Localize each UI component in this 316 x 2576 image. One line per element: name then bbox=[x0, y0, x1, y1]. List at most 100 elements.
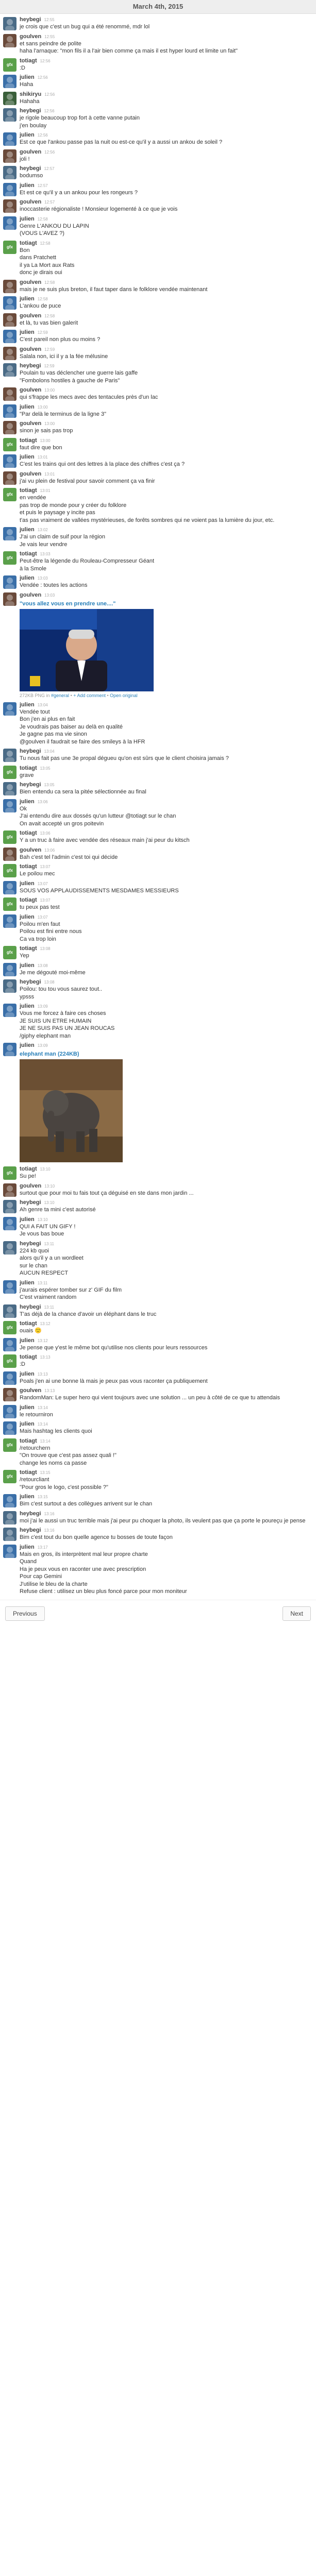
username[interactable]: totiagt bbox=[20, 1354, 37, 1360]
username[interactable]: julien bbox=[20, 1544, 35, 1550]
username[interactable]: heybegi bbox=[20, 782, 41, 788]
timestamp[interactable]: 12:55 bbox=[44, 18, 55, 22]
timestamp[interactable]: 13:15 bbox=[38, 1495, 48, 1499]
timestamp[interactable]: 13:10 bbox=[38, 1217, 48, 1222]
timestamp[interactable]: 13:03 bbox=[44, 593, 55, 598]
username[interactable]: julien bbox=[20, 880, 35, 887]
timestamp[interactable]: 13:12 bbox=[40, 1321, 51, 1326]
avatar[interactable] bbox=[3, 914, 16, 928]
previous-button[interactable]: Previous bbox=[5, 1606, 45, 1621]
username[interactable]: goulven bbox=[20, 592, 41, 598]
avatar[interactable] bbox=[3, 216, 16, 230]
avatar[interactable] bbox=[3, 1216, 16, 1230]
username[interactable]: julien bbox=[20, 1042, 35, 1048]
avatar[interactable] bbox=[3, 33, 16, 47]
timestamp[interactable]: 13:10 bbox=[44, 1200, 55, 1205]
avatar[interactable] bbox=[3, 330, 16, 343]
timestamp[interactable]: 13:11 bbox=[44, 1305, 54, 1310]
avatar[interactable]: gfx bbox=[3, 897, 16, 911]
avatar[interactable] bbox=[3, 471, 16, 485]
timestamp[interactable]: 13:06 bbox=[44, 848, 55, 853]
username[interactable]: totiagt bbox=[20, 1166, 37, 1172]
username[interactable]: julien bbox=[20, 1421, 35, 1427]
avatar[interactable] bbox=[3, 1511, 16, 1524]
username[interactable]: julien bbox=[20, 216, 35, 222]
timestamp[interactable]: 12:58 bbox=[38, 217, 48, 222]
username[interactable]: goulven bbox=[20, 313, 41, 319]
attachment-title[interactable]: "vous allez vous en prendre une...." bbox=[20, 601, 312, 607]
username[interactable]: totiagt bbox=[20, 1469, 37, 1476]
username[interactable]: goulven bbox=[20, 346, 41, 352]
username[interactable]: julien bbox=[20, 962, 35, 969]
username[interactable]: julien bbox=[20, 1280, 35, 1286]
avatar[interactable]: gfx bbox=[3, 240, 16, 254]
username[interactable]: heybegi bbox=[20, 748, 41, 754]
timestamp[interactable]: 12:56 bbox=[44, 92, 55, 97]
username[interactable]: goulven bbox=[20, 279, 41, 285]
username[interactable]: julien bbox=[20, 914, 35, 920]
username[interactable]: julien bbox=[20, 296, 35, 302]
timestamp[interactable]: 12:56 bbox=[38, 75, 48, 80]
timestamp[interactable]: 12:55 bbox=[44, 35, 55, 39]
timestamp[interactable]: 13:00 bbox=[44, 388, 55, 393]
avatar[interactable]: gfx bbox=[3, 765, 16, 779]
timestamp[interactable]: 13:11 bbox=[38, 1281, 47, 1285]
avatar[interactable] bbox=[3, 149, 16, 163]
username[interactable]: goulven bbox=[20, 1387, 41, 1394]
timestamp[interactable]: 13:05 bbox=[40, 766, 51, 771]
timestamp[interactable]: 13:16 bbox=[44, 1512, 55, 1516]
avatar[interactable] bbox=[3, 296, 16, 310]
username[interactable]: julien bbox=[20, 404, 35, 410]
timestamp[interactable]: 13:08 bbox=[40, 946, 51, 951]
username[interactable]: totiagt bbox=[20, 897, 37, 903]
avatar[interactable]: gfx bbox=[3, 946, 16, 959]
timestamp[interactable]: 13:06 bbox=[38, 800, 48, 804]
timestamp[interactable]: 13:11 bbox=[44, 1242, 54, 1246]
username[interactable]: heybegi bbox=[20, 1199, 41, 1206]
timestamp[interactable]: 12:56 bbox=[38, 133, 48, 138]
username[interactable]: totiagt bbox=[20, 487, 37, 494]
avatar[interactable]: gfx bbox=[3, 1354, 16, 1368]
avatar[interactable] bbox=[3, 454, 16, 468]
timestamp[interactable]: 13:10 bbox=[40, 1167, 51, 1172]
username[interactable]: julien bbox=[20, 1404, 35, 1411]
timestamp[interactable]: 13:05 bbox=[44, 783, 55, 787]
timestamp[interactable]: 13:00 bbox=[44, 421, 55, 426]
avatar[interactable] bbox=[3, 979, 16, 993]
username[interactable]: heybegi bbox=[20, 1527, 41, 1533]
timestamp[interactable]: 13:13 bbox=[44, 1388, 55, 1393]
attachment-image[interactable] bbox=[20, 608, 154, 691]
timestamp[interactable]: 13:08 bbox=[38, 963, 48, 968]
username[interactable]: julien bbox=[20, 1337, 35, 1344]
username[interactable]: goulven bbox=[20, 149, 41, 155]
avatar[interactable]: gfx bbox=[3, 864, 16, 877]
timestamp[interactable]: 13:03 bbox=[40, 552, 51, 556]
username[interactable]: totiagt bbox=[20, 551, 37, 557]
timestamp[interactable]: 13:15 bbox=[40, 1470, 51, 1475]
timestamp[interactable]: 13:17 bbox=[38, 1545, 48, 1550]
username[interactable]: totiagt bbox=[20, 765, 37, 771]
timestamp[interactable]: 13:07 bbox=[38, 915, 48, 920]
avatar[interactable] bbox=[3, 1200, 16, 1213]
avatar[interactable] bbox=[3, 91, 16, 105]
timestamp[interactable]: 13:13 bbox=[38, 1372, 48, 1377]
timestamp[interactable]: 13:14 bbox=[38, 1422, 48, 1427]
channel-link[interactable]: #general bbox=[51, 693, 69, 698]
timestamp[interactable]: 12:58 bbox=[44, 314, 55, 318]
username[interactable]: totiagt bbox=[20, 830, 37, 836]
avatar[interactable] bbox=[3, 1183, 16, 1197]
username[interactable]: totiagt bbox=[20, 1438, 37, 1444]
timestamp[interactable]: 13:12 bbox=[38, 1338, 48, 1343]
avatar[interactable] bbox=[3, 527, 16, 540]
username[interactable]: totiagt bbox=[20, 240, 37, 246]
username[interactable]: shikiryu bbox=[20, 91, 41, 97]
avatar[interactable] bbox=[3, 75, 16, 88]
avatar[interactable]: gfx bbox=[3, 488, 16, 501]
avatar[interactable] bbox=[3, 1043, 16, 1056]
timestamp[interactable]: 13:14 bbox=[40, 1439, 51, 1444]
username[interactable]: goulven bbox=[20, 199, 41, 205]
attachment-image[interactable] bbox=[20, 1059, 123, 1162]
avatar[interactable]: gfx bbox=[3, 58, 16, 72]
avatar[interactable] bbox=[3, 108, 16, 122]
username[interactable]: julien bbox=[20, 132, 35, 138]
